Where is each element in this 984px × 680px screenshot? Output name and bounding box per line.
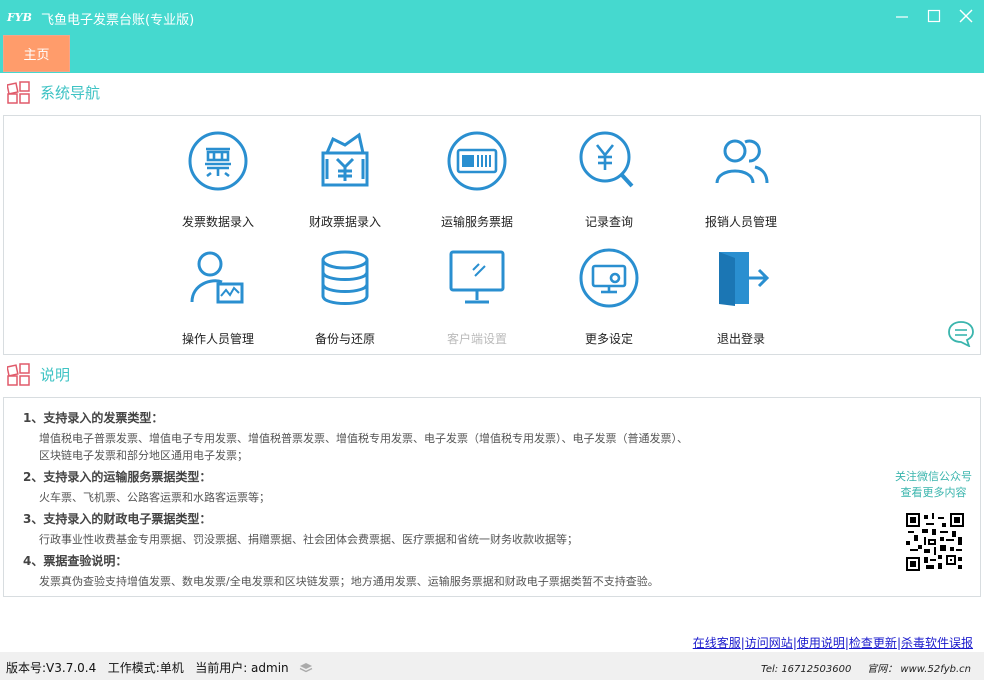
nav-item-invoice-entry[interactable]: 发票数据录入 [153,129,283,229]
desc-text: 增值税电子普票发票、增值电子专用发票、增值税普票发票、增值税专用发票、电子发票（… [39,432,688,445]
desc-text: 发票真伪查验支持增值发票、数电发票/全电发票和区块链发票；地方通用发票、运输服务… [39,575,659,588]
nav-item-label: 操作人员管理 [181,332,254,346]
tel-text: Tel: 16712503600 [760,664,852,675]
nav-item-label: 运输服务票据 [440,215,513,229]
nav-item-label: 记录查询 [584,215,633,229]
desc-section-title: 说明 [40,365,71,384]
invoice-ticket-icon [188,131,248,191]
nav-panel: 发票数据录入 财政票据录入 运输服务票据 记录查询 报销人员管理 操作人员管理 … [3,115,981,355]
grid-icon [7,81,30,104]
transport-ticket-icon [447,131,507,191]
window-title: 飞鱼电子发票台账(专业版) [41,13,195,28]
title-bar: FYB 飞鱼电子发票台账(专业版) 主页 [0,0,984,73]
link-check-update[interactable]: 检查更新 [849,636,897,650]
desc-text: 行政事业性收费基金专用票据、罚没票据、捐赠票据、社会团体会费票据、医疗票据和省统… [39,533,578,546]
wechat-promo: 关注微信公众号 查看更多内容 [895,469,972,501]
nav-item-label: 客户端设置 [446,332,507,346]
nav-item-label: 备份与还原 [314,332,375,346]
status-left: 版本号:V3.7.0.4 工作模式:单机 当前用户: admin [6,659,313,676]
nav-item-label: 发票数据录入 [181,215,254,229]
desc-section-header: 说明 [7,362,70,386]
desc-heading: 4、票据查验说明： [23,554,128,568]
nav-item-more-settings[interactable]: 更多设定 [544,246,674,346]
nav-item-operator-manage[interactable]: 操作人员管理 [153,246,283,346]
nav-item-label: 报销人员管理 [704,215,777,229]
nav-item-label: 财政票据录入 [308,215,381,229]
nav-item-client-settings[interactable]: 客户端设置 [412,246,542,346]
footer-links: 在线客服|访问网站|使用说明|检查更新|杀毒软件误报 [692,636,973,650]
database-icon [321,250,369,305]
nav-item-reimburse-staff[interactable]: 报销人员管理 [676,129,806,229]
nav-item-logout[interactable]: 退出登录 [676,246,806,346]
minimize-button[interactable] [890,4,914,28]
nav-item-transport-ticket[interactable]: 运输服务票据 [412,129,542,229]
desc-text: 火车票、飞机票、公路客运票和水路客运票等； [39,491,270,504]
nav-item-record-query[interactable]: 记录查询 [544,129,674,229]
status-right: Tel: 16712503600 官网： www.52fyb.cn [761,660,971,675]
link-visit-website[interactable]: 访问网站 [745,636,793,650]
nav-item-finance-entry[interactable]: 财政票据录入 [280,129,410,229]
version-text: 版本号:V3.7.0.4 [6,661,97,675]
desc-text: 区块链电子发票和部分地区通用电子发票； [39,449,248,462]
layers-icon[interactable] [299,662,313,674]
mode-text: 工作模式:单机 [107,661,184,675]
nav-item-label: 退出登录 [716,332,765,346]
app-logo: FYB [7,11,32,24]
link-antivirus-false-positive[interactable]: 杀毒软件误报 [901,636,973,650]
yen-search-icon [579,131,634,188]
maximize-icon [927,9,941,23]
qr-code-image [906,513,964,571]
current-user-text: 当前用户: admin [195,661,289,675]
status-bar: 版本号:V3.7.0.4 工作模式:单机 当前用户: admin Tel: 16… [0,652,984,680]
logout-icon [719,252,770,306]
wechat-line2: 查看更多内容 [900,486,967,499]
maximize-button[interactable] [922,4,946,28]
finance-receipt-icon [321,132,369,187]
nav-section-header: 系统导航 [7,80,100,104]
settings-screen-icon [579,248,639,308]
chat-bubble-icon[interactable] [947,319,975,347]
grid-icon [7,363,30,386]
nav-item-backup-restore[interactable]: 备份与还原 [280,246,410,346]
minimize-icon [896,16,908,18]
desc-heading: 2、支持录入的运输服务票据类型： [23,470,212,484]
close-button[interactable] [954,4,978,28]
desc-heading: 3、支持录入的财政电子票据类型： [23,512,212,526]
operator-icon [190,251,244,304]
nav-section-title: 系统导航 [40,83,101,102]
website-text: 官网： www.52fyb.cn [867,664,971,675]
monitor-icon [449,250,505,304]
tab-home[interactable]: 主页 [3,35,70,72]
close-icon [959,9,973,23]
description-panel: 1、支持录入的发票类型： 增值税电子普票发票、增值电子专用发票、增值税普票发票、… [3,397,981,597]
desc-heading: 1、支持录入的发票类型： [23,411,164,425]
wechat-line1: 关注微信公众号 [895,470,972,483]
link-user-guide[interactable]: 使用说明 [797,636,845,650]
nav-item-label: 更多设定 [584,332,633,346]
link-online-service[interactable]: 在线客服 [693,636,741,650]
users-icon [715,139,769,184]
